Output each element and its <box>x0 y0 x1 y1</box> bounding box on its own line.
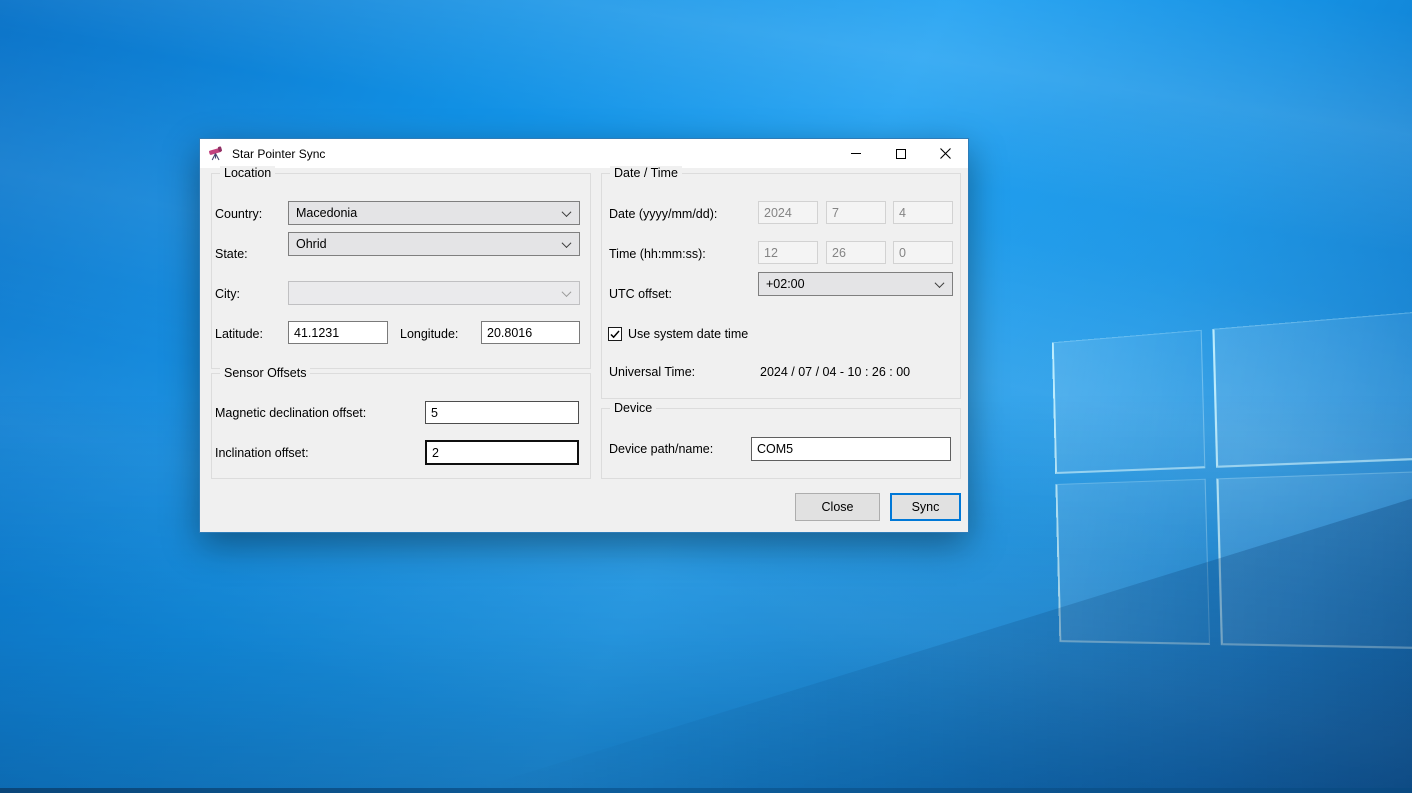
wallpaper-bottom-edge <box>0 788 1412 793</box>
state-combobox[interactable]: Ohrid <box>288 232 580 256</box>
time-second-input <box>893 241 953 264</box>
title-bar[interactable]: Star Pointer Sync <box>200 139 968 168</box>
latitude-label: Latitude: <box>215 327 263 341</box>
inclination-offset-label: Inclination offset: <box>215 446 309 460</box>
longitude-input[interactable] <box>481 321 580 344</box>
utc-offset-value: +02:00 <box>766 277 805 291</box>
state-label: State: <box>215 247 248 261</box>
desktop-wallpaper: Star Pointer Sync Location C <box>0 0 1412 793</box>
use-system-datetime-checkbox-row[interactable]: Use system date time <box>608 327 748 341</box>
close-dialog-button[interactable]: Close <box>795 493 880 521</box>
window-controls <box>833 139 968 168</box>
device-path-label: Device path/name: <box>609 442 713 456</box>
location-group-label: Location <box>220 166 275 180</box>
date-year-input <box>758 201 818 224</box>
sync-button[interactable]: Sync <box>890 493 961 521</box>
window-title: Star Pointer Sync <box>232 147 325 161</box>
utc-offset-combobox[interactable]: +02:00 <box>758 272 953 296</box>
telescope-icon <box>208 145 225 162</box>
minimize-button[interactable] <box>833 139 878 168</box>
chevron-down-icon <box>562 207 572 217</box>
dialog-client-area: Location Country: Macedonia State: Ohrid… <box>200 168 968 532</box>
magnetic-declination-label: Magnetic declination offset: <box>215 406 366 420</box>
chevron-down-icon <box>562 287 572 297</box>
state-value: Ohrid <box>296 237 327 251</box>
country-combobox[interactable]: Macedonia <box>288 201 580 225</box>
country-label: Country: <box>215 207 262 221</box>
use-system-datetime-label: Use system date time <box>628 327 748 341</box>
city-label: City: <box>215 287 240 301</box>
date-time-group-label: Date / Time <box>610 166 682 180</box>
magnetic-declination-input[interactable] <box>425 401 579 424</box>
longitude-label: Longitude: <box>400 327 458 341</box>
star-pointer-sync-window: Star Pointer Sync Location C <box>199 138 969 533</box>
utc-offset-label: UTC offset: <box>609 287 672 301</box>
chevron-down-icon <box>935 278 945 288</box>
time-minute-input <box>826 241 886 264</box>
city-combobox <box>288 281 580 305</box>
universal-time-label: Universal Time: <box>609 365 695 379</box>
date-month-input <box>826 201 886 224</box>
sensor-offsets-group-label: Sensor Offsets <box>220 366 310 380</box>
date-day-input <box>893 201 953 224</box>
universal-time-value: 2024 / 07 / 04 - 10 : 26 : 00 <box>760 365 910 379</box>
chevron-down-icon <box>562 238 572 248</box>
country-value: Macedonia <box>296 206 357 220</box>
device-path-input[interactable] <box>751 437 951 461</box>
maximize-icon <box>896 149 906 159</box>
close-button[interactable] <box>923 139 968 168</box>
close-icon <box>940 148 951 159</box>
checkbox-checked[interactable] <box>608 327 622 341</box>
check-icon <box>610 330 620 339</box>
minimize-icon <box>851 153 861 154</box>
date-label: Date (yyyy/mm/dd): <box>609 207 717 221</box>
time-label: Time (hh:mm:ss): <box>609 247 706 261</box>
latitude-input[interactable] <box>288 321 388 344</box>
inclination-offset-input[interactable] <box>425 440 579 465</box>
maximize-button[interactable] <box>878 139 923 168</box>
device-group-label: Device <box>610 401 656 415</box>
time-hour-input <box>758 241 818 264</box>
